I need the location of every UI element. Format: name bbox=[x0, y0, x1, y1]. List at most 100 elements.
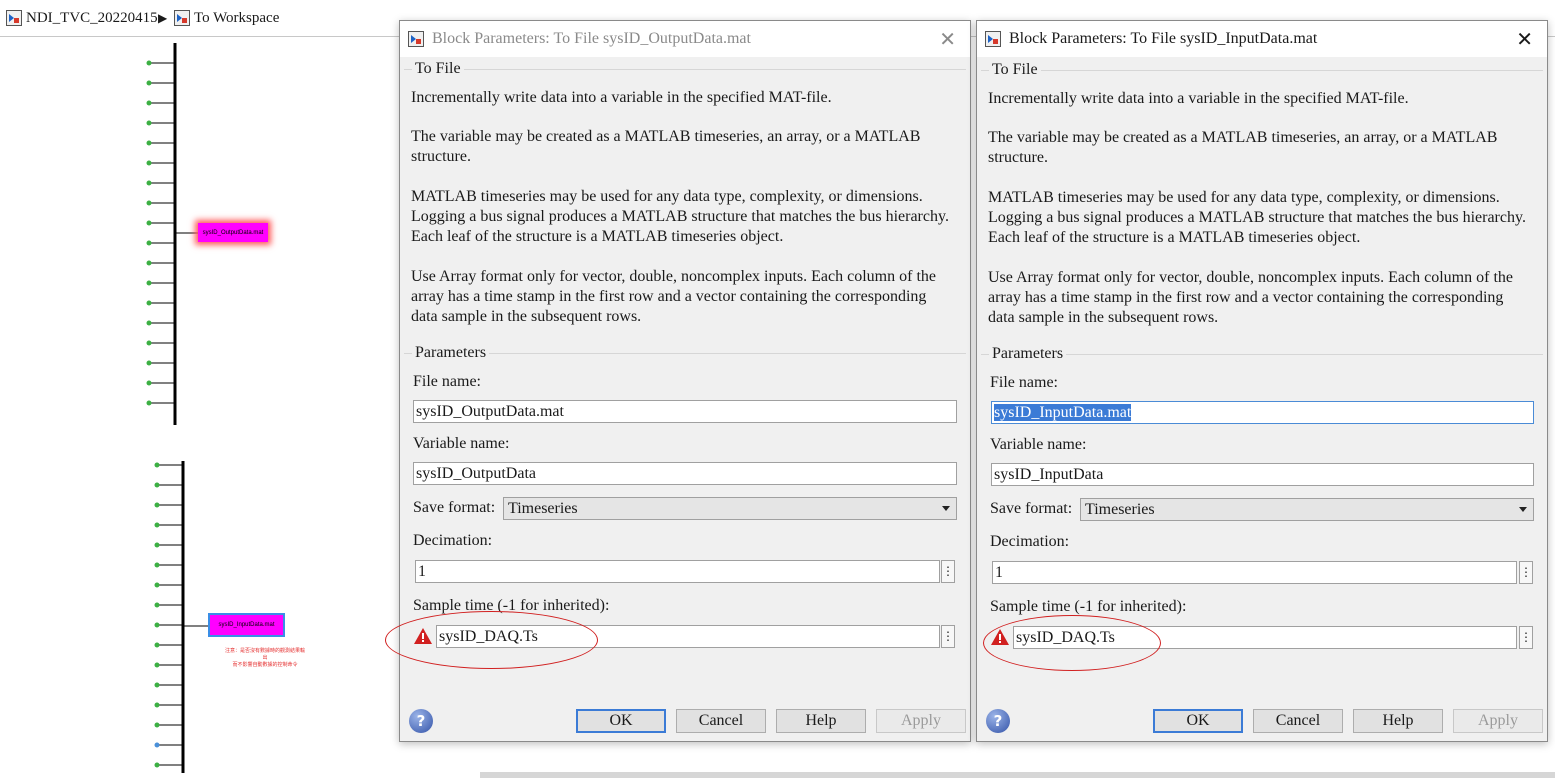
signal-port[interactable] bbox=[154, 722, 160, 728]
signal-port[interactable] bbox=[146, 400, 152, 406]
apply-button[interactable]: Apply bbox=[876, 709, 966, 733]
signal-port[interactable] bbox=[154, 682, 160, 688]
description-line: Each leaf of the structure is a MATLAB t… bbox=[411, 228, 784, 245]
signal-port[interactable] bbox=[154, 562, 160, 568]
signal-port[interactable] bbox=[146, 340, 152, 346]
description-line: array has a time stamp in the first row … bbox=[988, 289, 1504, 306]
breadcrumb-root-label[interactable]: NDI_TVC_20220415 bbox=[26, 10, 158, 27]
description-line: Use Array format only for vector, double… bbox=[411, 268, 936, 285]
decimation-more-icon[interactable]: ⋮ bbox=[1519, 561, 1533, 584]
breadcrumb-current-label[interactable]: To Workspace bbox=[194, 10, 279, 27]
horizontal-scrollbar[interactable] bbox=[480, 772, 1555, 778]
save-format-select[interactable]: Timeseries bbox=[503, 497, 957, 520]
description-line: data sample in the subsequent rows. bbox=[988, 309, 1219, 326]
signal-port[interactable] bbox=[154, 502, 160, 508]
signal-port[interactable] bbox=[146, 180, 152, 186]
block-type-label: To File bbox=[989, 61, 1041, 79]
description-line: structure. bbox=[988, 149, 1048, 166]
signal-port[interactable] bbox=[146, 80, 152, 86]
help-icon[interactable]: ? bbox=[409, 709, 433, 733]
description-line: Logging a bus signal produces a MATLAB s… bbox=[988, 209, 1526, 226]
save-format-select[interactable]: Timeseries bbox=[1080, 498, 1534, 521]
description-line: Each leaf of the structure is a MATLAB t… bbox=[988, 229, 1361, 246]
save-format-label: Save format: bbox=[990, 500, 1073, 517]
help-button[interactable]: Help bbox=[776, 709, 866, 733]
description-line: Use Array format only for vector, double… bbox=[988, 269, 1513, 286]
signal-port[interactable] bbox=[146, 260, 152, 266]
breadcrumb-current[interactable]: To Workspace bbox=[174, 8, 279, 28]
ok-button[interactable]: OK bbox=[576, 709, 666, 733]
input-block-label: sysID_InputData.mat bbox=[218, 622, 275, 628]
annotation-ellipse bbox=[983, 615, 1161, 671]
simulink-model-icon bbox=[985, 31, 1001, 47]
signal-port[interactable] bbox=[154, 662, 160, 668]
variable-name-label: Variable name: bbox=[413, 435, 510, 452]
help-icon[interactable]: ? bbox=[986, 709, 1010, 733]
description-line: array has a time stamp in the first row … bbox=[411, 288, 927, 305]
signal-port[interactable] bbox=[154, 622, 160, 628]
output-to-file-block[interactable]: sysID_OutputData.mat bbox=[198, 223, 268, 242]
cancel-button[interactable]: Cancel bbox=[676, 709, 766, 733]
cancel-button[interactable]: Cancel bbox=[1253, 709, 1343, 733]
variable-name-field[interactable] bbox=[413, 462, 957, 485]
signal-port[interactable] bbox=[146, 100, 152, 106]
parameters-label: Parameters bbox=[989, 345, 1067, 363]
file-name-field[interactable]: sysID_InputData.mat bbox=[991, 401, 1534, 424]
file-name-field[interactable] bbox=[413, 400, 957, 423]
signal-port[interactable] bbox=[154, 642, 160, 648]
signal-port[interactable] bbox=[146, 60, 152, 66]
decimation-more-icon[interactable]: ⋮ bbox=[941, 560, 955, 583]
signal-port[interactable] bbox=[154, 762, 160, 768]
description-line: Incrementally write data into a variable… bbox=[411, 89, 832, 106]
signal-port[interactable] bbox=[154, 522, 160, 528]
dialog-titlebar[interactable]: Block Parameters: To File sysID_OutputDa… bbox=[400, 21, 970, 57]
ok-button[interactable]: OK bbox=[1153, 709, 1243, 733]
description-line: The variable may be created as a MATLAB … bbox=[988, 129, 1498, 146]
sample-time-more-icon[interactable]: ⋮ bbox=[1519, 626, 1533, 649]
simulink-model-icon bbox=[6, 10, 22, 26]
sample-time-more-icon[interactable]: ⋮ bbox=[941, 625, 955, 648]
signal-port[interactable] bbox=[146, 280, 152, 286]
description-line: Logging a bus signal produces a MATLAB s… bbox=[411, 208, 949, 225]
signal-port[interactable] bbox=[146, 140, 152, 146]
canvas-note-line1: 注意：是否沒有數據時的觀測結果輸出 bbox=[224, 648, 305, 661]
decimation-field[interactable] bbox=[415, 560, 940, 583]
breadcrumb-root[interactable]: NDI_TVC_20220415 bbox=[6, 8, 158, 28]
output-block-label: sysID_OutputData.mat bbox=[202, 229, 264, 236]
dialog-titlebar[interactable]: Block Parameters: To File sysID_InputDat… bbox=[977, 21, 1547, 57]
signal-port[interactable] bbox=[146, 360, 152, 366]
block-parameters-dialog-output: Block Parameters: To File sysID_OutputDa… bbox=[385, 20, 971, 742]
close-icon[interactable]: ✕ bbox=[939, 27, 956, 51]
annotation-ellipse bbox=[385, 611, 598, 669]
signal-port[interactable] bbox=[146, 120, 152, 126]
dialog-title: Block Parameters: To File sysID_OutputDa… bbox=[432, 30, 751, 47]
variable-name-label: Variable name: bbox=[990, 436, 1087, 453]
signal-port[interactable] bbox=[154, 582, 160, 588]
signal-port[interactable] bbox=[146, 320, 152, 326]
file-name-label: File name: bbox=[413, 373, 481, 390]
save-format-value: Timeseries bbox=[508, 500, 578, 517]
signal-port[interactable] bbox=[154, 542, 160, 548]
save-format-value: Timeseries bbox=[1085, 501, 1155, 518]
help-button[interactable]: Help bbox=[1353, 709, 1443, 733]
apply-button[interactable]: Apply bbox=[1453, 709, 1543, 733]
description-line: data sample in the subsequent rows. bbox=[411, 308, 642, 325]
close-icon[interactable]: ✕ bbox=[1516, 27, 1533, 51]
description-line: structure. bbox=[411, 148, 471, 165]
input-to-file-block[interactable]: sysID_InputData.mat bbox=[208, 613, 285, 637]
decimation-label: Decimation: bbox=[990, 533, 1070, 550]
signal-port[interactable] bbox=[154, 462, 160, 468]
signal-port[interactable] bbox=[146, 220, 152, 226]
variable-name-field[interactable] bbox=[991, 463, 1534, 486]
signal-port[interactable] bbox=[146, 300, 152, 306]
decimation-field[interactable] bbox=[992, 561, 1517, 584]
signal-port[interactable] bbox=[154, 742, 160, 748]
signal-port[interactable] bbox=[146, 200, 152, 206]
signal-port[interactable] bbox=[146, 160, 152, 166]
signal-port[interactable] bbox=[154, 702, 160, 708]
description-line: MATLAB timeseries may be used for any da… bbox=[411, 188, 923, 205]
signal-port[interactable] bbox=[146, 240, 152, 246]
signal-port[interactable] bbox=[154, 602, 160, 608]
signal-port[interactable] bbox=[146, 380, 152, 386]
signal-port[interactable] bbox=[154, 482, 160, 488]
